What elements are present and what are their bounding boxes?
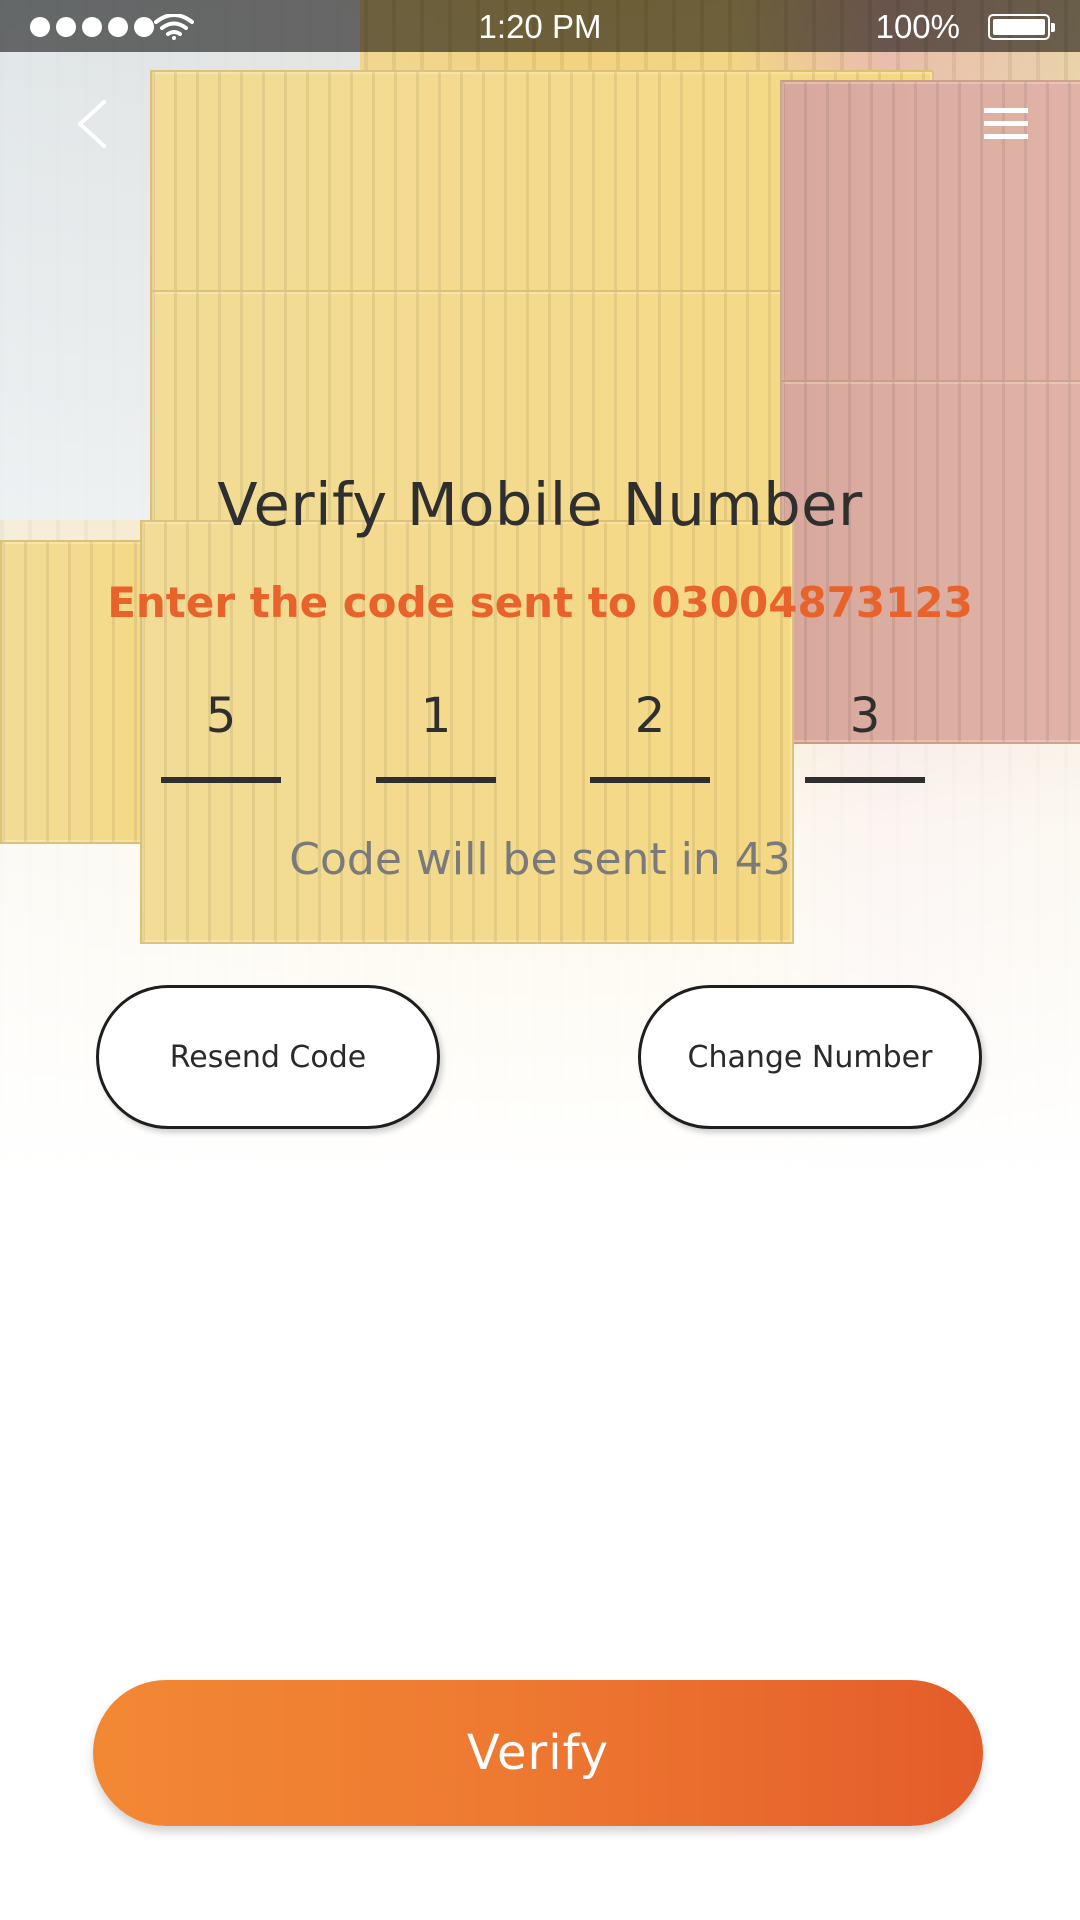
- resend-code-button[interactable]: Resend Code: [96, 985, 440, 1129]
- battery-percentage: 100%: [875, 8, 960, 45]
- code-digit-1[interactable]: 5: [161, 688, 281, 744]
- chevron-left-icon[interactable]: [70, 98, 114, 150]
- code-digit-4[interactable]: 3: [805, 688, 925, 744]
- code-underline-3: [590, 777, 710, 783]
- code-digit-2[interactable]: 1: [376, 688, 496, 744]
- code-digit-3[interactable]: 2: [590, 688, 710, 744]
- status-bar: 1:20 PM 100%: [0, 0, 1080, 52]
- code-underline-1: [161, 777, 281, 783]
- code-underline-2: [376, 777, 496, 783]
- resend-countdown: Code will be sent in 43: [289, 834, 791, 885]
- battery-icon: [988, 14, 1055, 40]
- verification-code-input[interactable]: 5 1 2 3: [0, 680, 1080, 790]
- page-title: Verify Mobile Number: [217, 470, 863, 539]
- change-number-button[interactable]: Change Number: [638, 985, 982, 1129]
- code-sent-message: Enter the code sent to 03004873123: [107, 578, 973, 627]
- verify-button[interactable]: Verify: [93, 1680, 983, 1826]
- code-underline-4: [805, 777, 925, 783]
- hamburger-menu-icon[interactable]: [984, 104, 1028, 144]
- container-red-top: [780, 80, 1080, 384]
